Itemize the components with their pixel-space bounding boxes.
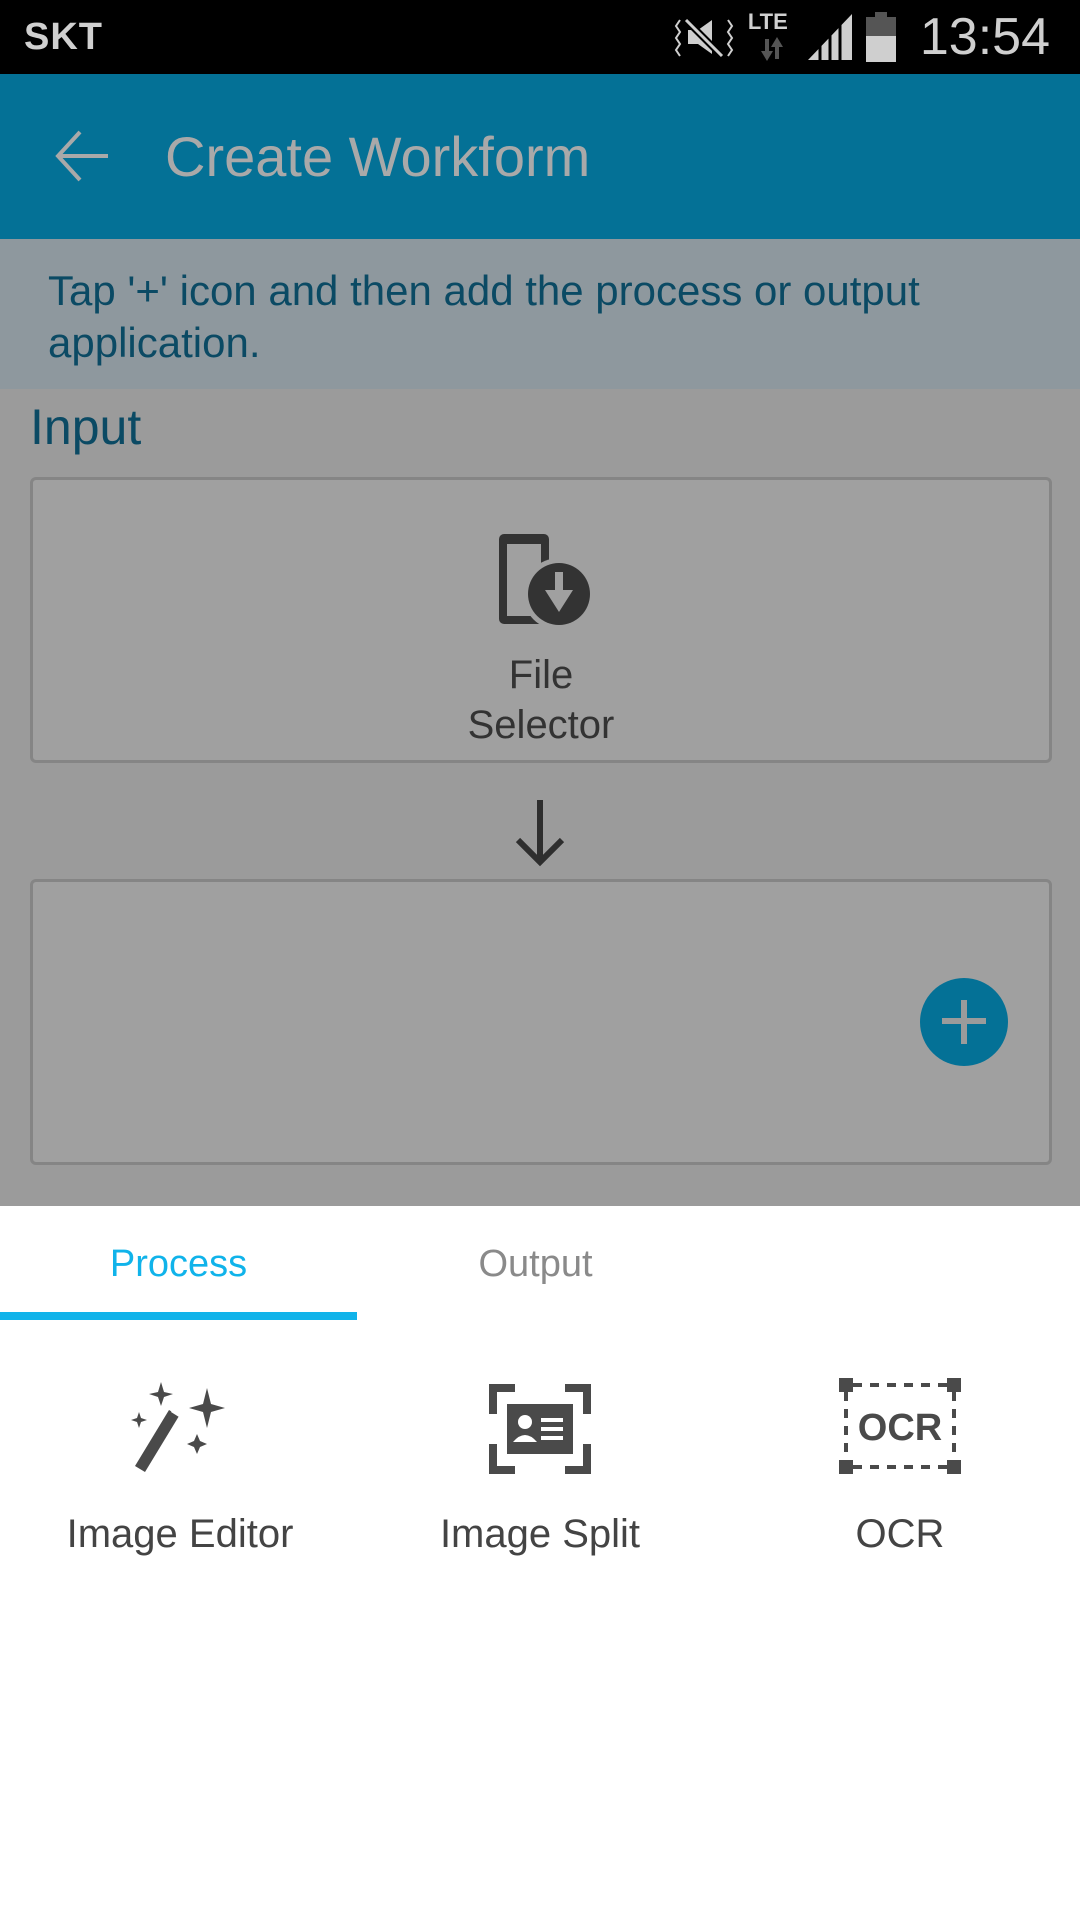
input-file-selector-card[interactable]: File Selector xyxy=(30,477,1052,763)
page-title: Create Workform xyxy=(165,125,591,188)
signal-icon xyxy=(807,14,852,60)
ocr-icon: OCR xyxy=(839,1378,961,1474)
tab-process[interactable]: Process xyxy=(0,1206,357,1318)
item-label: Image Editor xyxy=(66,1512,294,1556)
vibrate-mute-icon xyxy=(674,17,734,59)
hint-text: Tap '+' icon and then add the process or… xyxy=(48,267,920,366)
plus-icon-vertical xyxy=(961,1000,967,1044)
carrier-label: SKT xyxy=(24,16,103,58)
magic-wand-icon xyxy=(131,1382,225,1472)
clock: 13:54 xyxy=(919,8,1050,66)
hint-banner: Tap '+' icon and then add the process or… xyxy=(0,239,1080,389)
item-image-editor[interactable]: Image Editor xyxy=(0,1374,360,1574)
item-image-split[interactable]: Image Split xyxy=(360,1374,720,1574)
item-label: OCR xyxy=(855,1512,945,1556)
tab-output[interactable]: Output xyxy=(357,1206,714,1318)
id-card-scan-icon xyxy=(489,1384,591,1474)
file-selector-label-line1: File xyxy=(508,653,574,697)
input-section-label: Input xyxy=(30,399,142,455)
bottom-sheet: Process Output Image Editor Image Split xyxy=(0,1206,1080,1920)
app-bar: Create Workform xyxy=(0,74,1080,239)
file-selector-icon xyxy=(499,534,595,630)
item-label: Image Split xyxy=(439,1512,641,1556)
next-step-card xyxy=(30,879,1052,1165)
add-step-button[interactable] xyxy=(920,978,1008,1066)
active-tab-indicator xyxy=(0,1312,357,1320)
status-bar: SKT LTE 13:54 xyxy=(0,0,1080,74)
file-selector-label-line2: Selector xyxy=(467,703,615,747)
arrow-left-icon[interactable] xyxy=(52,126,112,186)
lte-data-icon: LTE xyxy=(748,9,794,65)
arrow-down-icon xyxy=(515,800,565,867)
file-selector-label: File Selector xyxy=(33,650,1049,750)
network-type-label: LTE xyxy=(747,9,788,34)
ocr-icon-text: OCR xyxy=(858,1407,942,1449)
status-icons: LTE 13:54 xyxy=(674,0,1050,74)
item-ocr[interactable]: OCR OCR xyxy=(720,1374,1080,1574)
battery-icon xyxy=(865,12,896,62)
